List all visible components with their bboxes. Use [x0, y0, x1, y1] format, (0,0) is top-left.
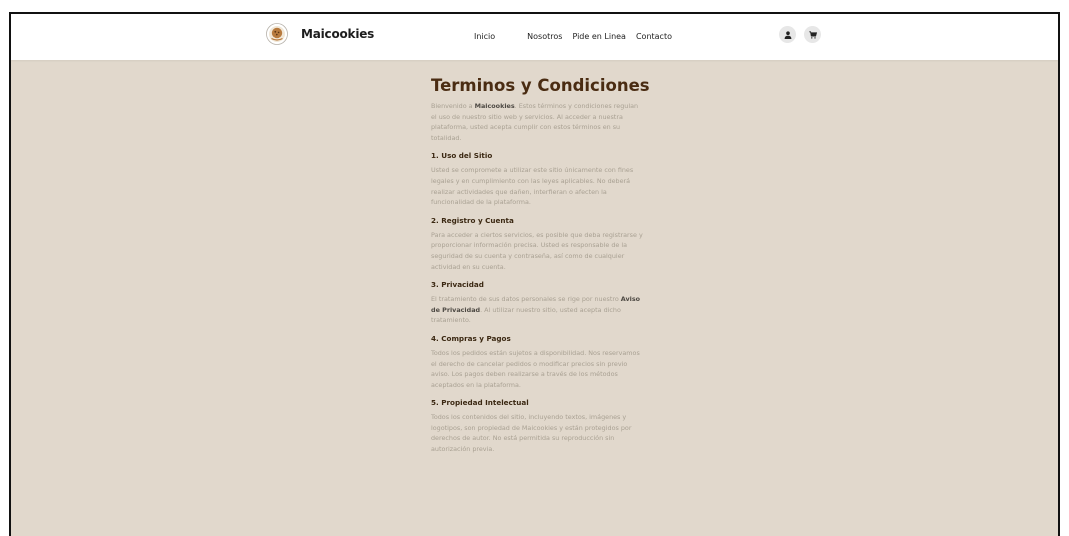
- nav-link-nosotros[interactable]: Nosotros: [527, 32, 562, 41]
- section-body: Para acceder a ciertos servicios, es pos…: [431, 230, 643, 271]
- nav-link-pide-en-linea[interactable]: Pide en Linea: [572, 32, 626, 41]
- section-body: Todos los pedidos están sujetos a dispon…: [431, 348, 640, 389]
- navbar: Maicookies Inicio Nosotros Pide en Linea…: [11, 14, 1058, 60]
- main-nav: Inicio Nosotros Pide en Linea Contacto: [474, 32, 672, 41]
- privacy-text-start: El tratamiento de sus datos personales s…: [431, 295, 621, 304]
- page-title: Terminos y Condiciones: [431, 76, 650, 95]
- intro-brand-bold: Maicookies: [474, 102, 515, 110]
- terms-content: Terminos y Condiciones Bienvenido a Maic…: [431, 76, 650, 455]
- cart-icon: [808, 30, 817, 39]
- account-button[interactable]: [779, 26, 796, 43]
- section-uso-del-sitio: 1. Uso del Sitio Usted se compromete a u…: [431, 151, 643, 207]
- section-body: Todos los contenidos del sitio, incluyen…: [431, 413, 632, 454]
- section-title: 5. Propiedad Intelectual: [431, 398, 529, 408]
- section-title: 3. Privacidad: [431, 280, 484, 290]
- section-title: 2. Registro y Cuenta: [431, 215, 514, 225]
- intro-paragraph: Bienvenido a Maicookies. Estos términos …: [431, 101, 643, 143]
- section-privacidad: 3. Privacidad El tratamiento de sus dato…: [431, 280, 643, 326]
- section-compras-y-pagos: 4. Compras y Pagos Todos los pedidos est…: [431, 334, 643, 390]
- section-title: 4. Compras y Pagos: [431, 333, 511, 343]
- section-body: El tratamiento de sus datos personales s…: [431, 294, 643, 326]
- brand-logo-link[interactable]: Maicookies: [266, 23, 374, 45]
- section-body: Usted se compromete a utilizar este siti…: [431, 166, 634, 207]
- nav-link-inicio[interactable]: Inicio: [474, 32, 495, 41]
- intro-text-start: Bienvenido a: [431, 102, 475, 110]
- cookie-logo-icon: [266, 23, 288, 45]
- nav-actions: [779, 26, 829, 43]
- user-icon: [784, 30, 791, 39]
- brand-name: Maicookies: [301, 27, 375, 41]
- section-title: 1. Uso del Sitio: [431, 151, 493, 161]
- section-registro-y-cuenta: 2. Registro y Cuenta Para acceder a cier…: [431, 216, 643, 272]
- section-propiedad-intelectual: 5. Propiedad Intelectual Todos los conte…: [431, 398, 643, 454]
- nav-link-contacto[interactable]: Contacto: [636, 32, 672, 41]
- cart-button[interactable]: [804, 26, 821, 43]
- browser-viewport: Maicookies Inicio Nosotros Pide en Linea…: [9, 12, 1060, 536]
